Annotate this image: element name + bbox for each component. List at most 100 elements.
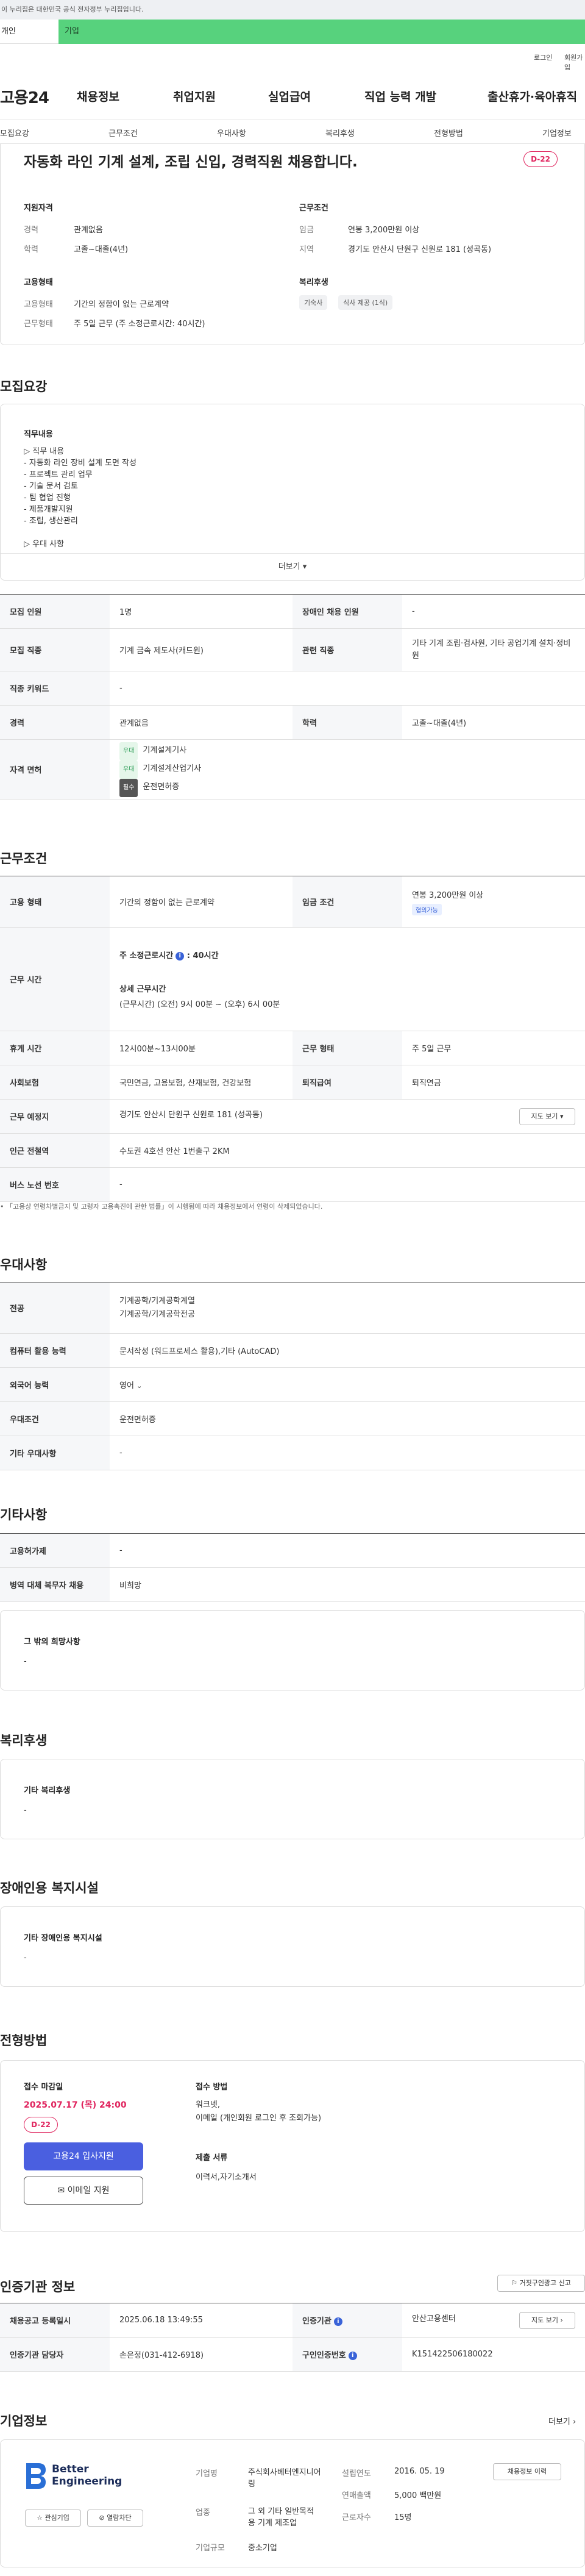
duties-text: ▷ 직무 내용 - 자동화 라인 장비 설계 도면 작성 - 프로젝트 관리 업… xyxy=(24,446,136,550)
tab-company[interactable]: 기업 xyxy=(58,20,585,44)
subnav-process[interactable]: 전형방법 xyxy=(434,127,463,138)
map-button-label: 지도 보기 xyxy=(531,1112,558,1120)
footnote-text: 「고용상 연령차별금지 및 고령자 고용촉진에 관한 법률」이 시행됨에 따라 … xyxy=(6,1203,323,1211)
block-company-button[interactable]: ⊘ 열람차단 xyxy=(87,2510,143,2527)
disabled-card: 기타 장애인용 복지시설 - xyxy=(0,1906,585,1987)
emp-count-label: 근로자수 xyxy=(342,2513,371,2522)
lang-cell: 영어 ⌄ xyxy=(110,1367,585,1402)
info-icon[interactable]: i xyxy=(348,2351,357,2360)
duties-line: - 프로젝트 관리 업무 xyxy=(24,470,93,479)
scale-value: 중소기업 xyxy=(248,2544,277,2553)
pref-etc-label: 기타 우대사항 xyxy=(0,1436,110,1470)
report-fake-ad-button[interactable]: ⚐ 거짓구인광고 신고 xyxy=(497,2275,585,2292)
region-value: 경기도 안산시 단원구 신원로 181 (성곡동) xyxy=(348,245,492,254)
duties-title: 직무내용 xyxy=(24,430,53,439)
agency-map-button[interactable]: 지도 보기 › xyxy=(519,2311,575,2329)
company-name-value: 주식회사베터엔지니어링 xyxy=(248,2468,321,2489)
table-row: 고용 형태 기간의 정함이 없는 근로계약 임금 조건 연봉 3,200만원 이… xyxy=(0,876,585,928)
email-apply-button[interactable]: ✉ 이메일 지원 xyxy=(24,2177,143,2205)
hope-card: 그 밖의 희망사항 - xyxy=(0,1610,585,1690)
weekly-hours-value: 40시간 xyxy=(193,951,219,961)
others-section-title: 기타사항 xyxy=(0,1508,48,1522)
subnav-company[interactable]: 기업정보 xyxy=(542,127,572,138)
nav-jobs[interactable]: 채용정보 xyxy=(77,88,119,104)
chevron-right-icon: › xyxy=(560,2316,563,2324)
shift-label: 근무 형태 xyxy=(292,1031,402,1065)
region-label: 지역 xyxy=(299,245,314,254)
apply-button[interactable]: 고용24 입사지원 xyxy=(24,2142,143,2170)
table-row: 근무 예정지 경기도 안산시 단원구 신원로 181 (성곡동) 지도 보기 ▾ xyxy=(0,1099,585,1134)
industry-label: 업종 xyxy=(196,2508,210,2517)
deadline-title: 접수 마감일 xyxy=(24,2083,63,2092)
subnav-preferred[interactable]: 우대사항 xyxy=(217,127,246,138)
duties-line: - 제품개발지원 xyxy=(24,505,73,514)
info-icon[interactable]: i xyxy=(176,951,185,961)
org-label-text: 인증기관 xyxy=(302,2317,332,2326)
worktype-value: 주 5일 근무 (주 소정근로시간: 40시간) xyxy=(74,320,205,329)
site-logo[interactable]: 고용24 xyxy=(0,85,49,108)
welfare-chip: 기숙사 xyxy=(299,295,328,310)
retire-label: 퇴직급여 xyxy=(292,1065,402,1100)
company-more-label: 더보기 xyxy=(548,2417,570,2427)
edu-row-label: 학력 xyxy=(292,705,402,740)
others-table: 고용허가제 - 병역 대체 복무자 채용 비희망 xyxy=(0,1533,585,1602)
chevron-down-icon: ▾ xyxy=(559,1112,564,1120)
num-value: K151422506180022 xyxy=(402,2337,585,2372)
interest-company-button[interactable]: ☆ 관심기업 xyxy=(25,2510,81,2527)
count-label: 모집 인원 xyxy=(0,594,110,629)
wage-amount: 연봉 3,200만원 이상 xyxy=(412,890,484,900)
company-logo-text: Better Engineering xyxy=(52,2463,122,2488)
tab-personal[interactable]: 개인 xyxy=(0,20,58,44)
detail-hours-title: 상세 근무시간 xyxy=(119,985,166,994)
process-section-title: 전형방법 xyxy=(0,2033,48,2048)
company-card: Better Engineering ☆ 관심기업 ⊘ 열람차단 기업명 주식회… xyxy=(0,2439,585,2567)
preferred-badge: 우대 xyxy=(119,760,138,779)
wage-row-label: 임금 조건 xyxy=(292,876,402,928)
manager-label: 인증기관 담당자 xyxy=(0,2337,110,2372)
login-link[interactable]: 로그인 xyxy=(534,52,552,62)
military-label: 병역 대체 복무자 채용 xyxy=(0,1567,110,1602)
edu-row-value: 고졸~대졸(4년) xyxy=(402,705,585,740)
subnav-recruit[interactable]: 모집요강 xyxy=(0,127,29,138)
method-values: 워크넷, 이메일 (개인회원 로그인 후 조회가능) xyxy=(196,2098,321,2125)
agency-map-label: 지도 보기 xyxy=(531,2316,559,2324)
nav-employment-support[interactable]: 취업지원 xyxy=(173,88,216,104)
signup-link[interactable]: 회원가입 xyxy=(564,52,585,72)
nav-unemployment-benefit[interactable]: 실업급여 xyxy=(268,88,311,104)
summary-card: 자동화 라인 기계 설계, 조립 신입, 경력직원 채용합니다. D-22 지원… xyxy=(0,144,585,345)
insurance-label: 사회보험 xyxy=(0,1065,110,1100)
preferred-section-title: 우대사항 xyxy=(0,1258,48,1272)
regdate-label: 채용공고 등록일시 xyxy=(0,2303,110,2338)
subnav-welfare[interactable]: 복리후생 xyxy=(325,127,355,138)
nav-leave[interactable]: 출산휴가·육아휴직 xyxy=(488,88,577,104)
deadline-value: 2025.07.17 (목) 24:00 xyxy=(24,2100,127,2110)
map-button[interactable]: 지도 보기 ▾ xyxy=(519,1107,575,1125)
jobs-history-button[interactable]: 채용정보 이력 xyxy=(493,2463,561,2480)
more-button[interactable]: 더보기 ▾ xyxy=(1,553,584,580)
sales-value: 5,000 백만원 xyxy=(394,2491,442,2500)
nav-vocational-training[interactable]: 직업 능력 개발 xyxy=(364,88,436,104)
company-more-link[interactable]: 더보기 › xyxy=(548,2415,576,2427)
info-icon[interactable]: i xyxy=(333,2317,342,2326)
license-name: 운전면허증 xyxy=(143,782,180,792)
table-row: 기타 우대사항 - xyxy=(0,1436,585,1470)
gov-banner-text: 이 누리집은 대한민국 공식 전자정부 누리집입니다. xyxy=(1,5,144,13)
keyword-label: 직종 키워드 xyxy=(0,671,110,706)
recruit-table: 모집 인원 1명 장애인 채용 인원 - 모집 직종 기계 금속 제도사(캐드원… xyxy=(0,594,585,800)
process-dday-badge: D-22 xyxy=(24,2117,58,2133)
table-row: 인근 전철역 수도권 4호선 안산 1번출구 2KM xyxy=(0,1133,585,1168)
chevron-down-icon[interactable]: ⌄ xyxy=(136,1382,142,1390)
table-row: 경력 관계없음 학력 고졸~대졸(4년) xyxy=(0,705,585,740)
duties-line: - 팀 협업 진행 xyxy=(24,493,71,503)
place-cell: 경기도 안산시 단원구 신원로 181 (성곡동) 지도 보기 ▾ xyxy=(110,1099,585,1134)
license-name: 기계설계산업기사 xyxy=(143,764,202,773)
qual-title: 지원자격 xyxy=(24,204,53,213)
computer-label: 컴퓨터 활용 능력 xyxy=(0,1333,110,1368)
chevron-down-icon: ▾ xyxy=(302,562,307,571)
edu-value: 고졸~대졸(4년) xyxy=(74,245,129,254)
duties-line: ▷ 직무 내용 xyxy=(24,447,65,456)
table-row: 휴게 시간 12시00분~13시00분 근무 형태 주 5일 근무 xyxy=(0,1031,585,1065)
subnav-conditions[interactable]: 근무조건 xyxy=(108,127,138,138)
keyword-value: - xyxy=(110,671,585,706)
welfare-card: 기타 복리후생 - xyxy=(0,1759,585,1839)
